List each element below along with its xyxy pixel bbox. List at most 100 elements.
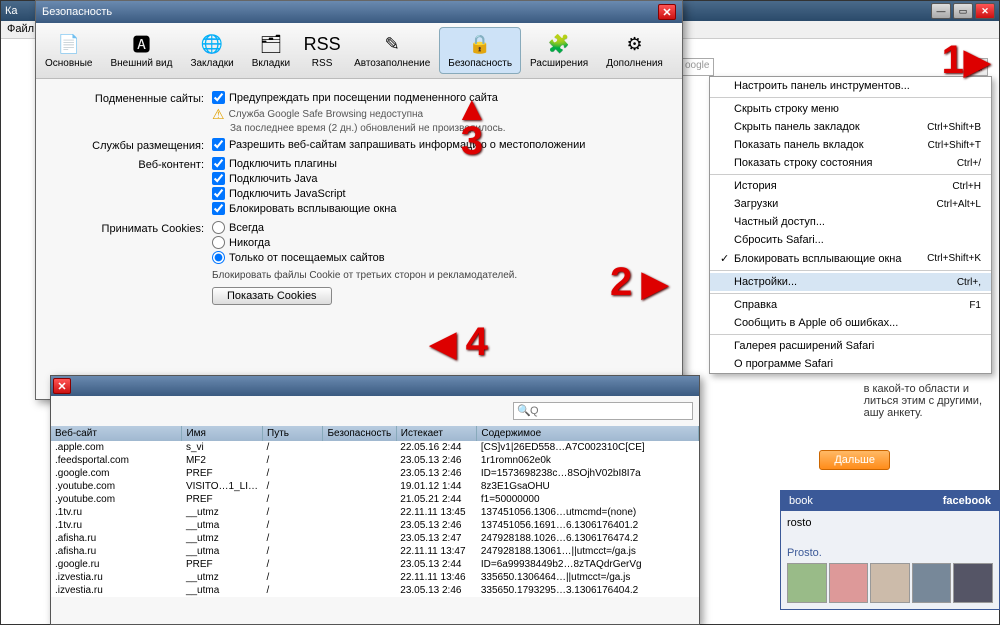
fraud-warning: ⚠Служба Google Safe Browsing недоступна [212, 106, 666, 123]
table-row[interactable]: .1tv.ru__utmz/22.11.11 13:45137451056.13… [51, 506, 699, 519]
avatar[interactable] [953, 563, 993, 603]
cookies-table: Веб-сайтИмяПутьБезопасностьИстекаетСодер… [51, 426, 699, 597]
settings-title-text: Безопасность [42, 6, 112, 18]
plugins-checkbox[interactable]: Подключить плагины [212, 157, 666, 170]
gear-menu: Настроить панель инструментов... Скрыть с… [709, 76, 992, 374]
tab-Закладки[interactable]: 🌐Закладки [181, 27, 242, 74]
table-row[interactable]: .google.comPREF/23.05.13 2:46ID=15736982… [51, 467, 699, 480]
tab-icon: ✎ [378, 32, 406, 56]
table-row[interactable]: .youtube.comPREF/21.05.21 2:44f1=5000000… [51, 493, 699, 506]
close-icon[interactable]: ✕ [658, 4, 676, 20]
menu-item[interactable]: ЗагрузкиCtrl+Alt+L [710, 195, 991, 213]
fraud-warning2: За последнее время (2 дн.) обновлений не… [230, 123, 666, 134]
settings-dialog: Безопасность ✕ 📄Основные🅰Внешний вид🌐Зак… [35, 0, 683, 400]
tab-icon: 🧩 [545, 32, 573, 56]
tab-icon: RSS [308, 32, 336, 56]
col-header[interactable]: Веб-сайт [51, 426, 182, 441]
table-row[interactable]: .afisha.ru__utma/22.11.11 13:47247928188… [51, 545, 699, 558]
tab-icon: 📄 [55, 32, 83, 56]
tab-Расширения[interactable]: 🧩Расширения [521, 27, 597, 74]
app-title: Ка [5, 5, 18, 17]
address-fragment: oogle [680, 58, 714, 76]
menu-item[interactable]: Скрыть панель закладокCtrl+Shift+B [710, 118, 991, 136]
menu-item[interactable]: ИсторияCtrl+H [710, 177, 991, 195]
menu-item[interactable]: О программе Safari [710, 355, 991, 373]
col-header[interactable]: Имя [182, 426, 263, 441]
col-header[interactable]: Путь [263, 426, 323, 441]
avatar[interactable] [870, 563, 910, 603]
cookies-dialog: ✕ 🔍 Веб-сайтИмяПутьБезопасностьИстекаетС… [50, 375, 700, 625]
gear-icon[interactable]: ⚙ [970, 58, 988, 76]
minimize-button[interactable]: — [931, 3, 951, 19]
col-header[interactable]: Истекает [396, 426, 477, 441]
cookies-thirdparty-note: Блокировать файлы Cookie от третьих стор… [212, 270, 666, 281]
close-button[interactable]: ✕ [975, 3, 995, 19]
fraud-label: Подмененные сайты: [52, 91, 212, 105]
avatar[interactable] [912, 563, 952, 603]
fb-link[interactable]: Prosto. [787, 547, 993, 559]
table-row[interactable]: .youtube.comVISITO…1_LIVE/19.01.12 1:448… [51, 480, 699, 493]
facebook-widget: book facebook rosto Prosto. [780, 490, 1000, 610]
search-icon: 🔍 [517, 404, 531, 417]
avatar[interactable] [787, 563, 827, 603]
webcontent-label: Веб-контент: [52, 157, 212, 171]
popup-checkbox[interactable]: Блокировать всплывающие окна [212, 202, 666, 215]
menu-item[interactable]: СправкаF1 [710, 296, 991, 314]
show-cookies-button[interactable]: Показать Cookies [212, 287, 332, 305]
table-row[interactable]: .izvestia.ru__utmz/22.11.11 13:46335650.… [51, 571, 699, 584]
settings-titlebar[interactable]: Безопасность ✕ [36, 1, 682, 23]
menu-item[interactable]: Сбросить Safari... [710, 231, 991, 249]
tab-icon: 🌐 [198, 32, 226, 56]
cookies-search-input[interactable] [513, 402, 693, 420]
next-button[interactable]: Дальше [819, 450, 890, 470]
avatar[interactable] [829, 563, 869, 603]
next-block: Дальше [819, 450, 890, 470]
fraud-checkbox[interactable]: Предупреждать при посещении подмененного… [212, 91, 666, 104]
cookies-accept-label: Принимать Cookies: [52, 221, 212, 235]
settings-body: Подмененные сайты: Предупреждать при пос… [36, 79, 682, 321]
menu-file[interactable]: Файл [7, 23, 34, 35]
close-icon[interactable]: ✕ [53, 378, 71, 394]
location-label: Службы размещения: [52, 138, 212, 152]
menu-item[interactable]: Показать панель вкладокCtrl+Shift+T [710, 136, 991, 154]
menu-item[interactable]: Сообщить в Apple об ошибках... [710, 314, 991, 332]
col-header[interactable]: Безопасность [323, 426, 396, 441]
cookies-never-radio[interactable]: Никогда [212, 236, 666, 249]
js-checkbox[interactable]: Подключить JavaScript [212, 187, 666, 200]
menu-item[interactable]: Скрыть строку меню [710, 100, 991, 118]
tab-Внешний вид[interactable]: 🅰Внешний вид [101, 27, 181, 74]
menu-item[interactable]: Настройки...Ctrl+, [710, 273, 991, 291]
table-row[interactable]: .izvestia.ru__utma/23.05.13 2:46335650.1… [51, 584, 699, 597]
menu-item[interactable]: Частный доступ... [710, 213, 991, 231]
tab-icon: ⚙ [621, 32, 649, 56]
table-row[interactable]: .feedsportal.comMF2/23.05.13 2:461r1romn… [51, 454, 699, 467]
maximize-button[interactable]: ▭ [953, 3, 973, 19]
bg-text: в какой-то области и литься этим с други… [864, 383, 982, 419]
table-row[interactable]: .afisha.ru__utmz/23.05.13 2:47247928188.… [51, 532, 699, 545]
tab-Дополнения[interactable]: ⚙Дополнения [597, 27, 672, 74]
tab-icon: 🅰 [127, 32, 155, 56]
location-checkbox[interactable]: Разрешить веб-сайтам запрашивать информа… [212, 138, 666, 151]
table-row[interactable]: .google.ruPREF/23.05.13 2:44ID=6a9993844… [51, 558, 699, 571]
menu-item[interactable]: ✓Блокировать всплывающие окнаCtrl+Shift+… [710, 249, 991, 268]
table-row[interactable]: .1tv.ru__utma/23.05.13 2:46137451056.169… [51, 519, 699, 532]
col-header[interactable]: Содержимое [477, 426, 699, 441]
menu-item[interactable]: Настроить панель инструментов... [710, 77, 991, 95]
settings-toolbar: 📄Основные🅰Внешний вид🌐Закладки🗂ВкладкиRS… [36, 23, 682, 79]
tab-RSS[interactable]: RSSRSS [299, 27, 345, 74]
fb-user: rosto [787, 517, 993, 529]
tab-Автозаполнение[interactable]: ✎Автозаполнение [345, 27, 439, 74]
fb-avatars [787, 563, 993, 603]
menu-item[interactable]: Показать строку состоянияCtrl+/ [710, 154, 991, 172]
menu-item[interactable]: Галерея расширений Safari [710, 337, 991, 355]
cookies-titlebar[interactable]: ✕ [51, 376, 699, 396]
tab-Вкладки[interactable]: 🗂Вкладки [243, 27, 299, 74]
tab-Основные[interactable]: 📄Основные [36, 27, 101, 74]
cookies-visited-radio[interactable]: Только от посещаемых сайтов [212, 251, 666, 264]
table-row[interactable]: .apple.coms_vi/22.05.16 2:44[CS]v1|26ED5… [51, 441, 699, 454]
tab-Безопасность[interactable]: 🔒Безопасность [439, 27, 521, 74]
window-controls: — ▭ ✕ [931, 3, 995, 19]
java-checkbox[interactable]: Подключить Java [212, 172, 666, 185]
warning-icon: ⚠ [212, 106, 225, 123]
cookies-always-radio[interactable]: Всегда [212, 221, 666, 234]
